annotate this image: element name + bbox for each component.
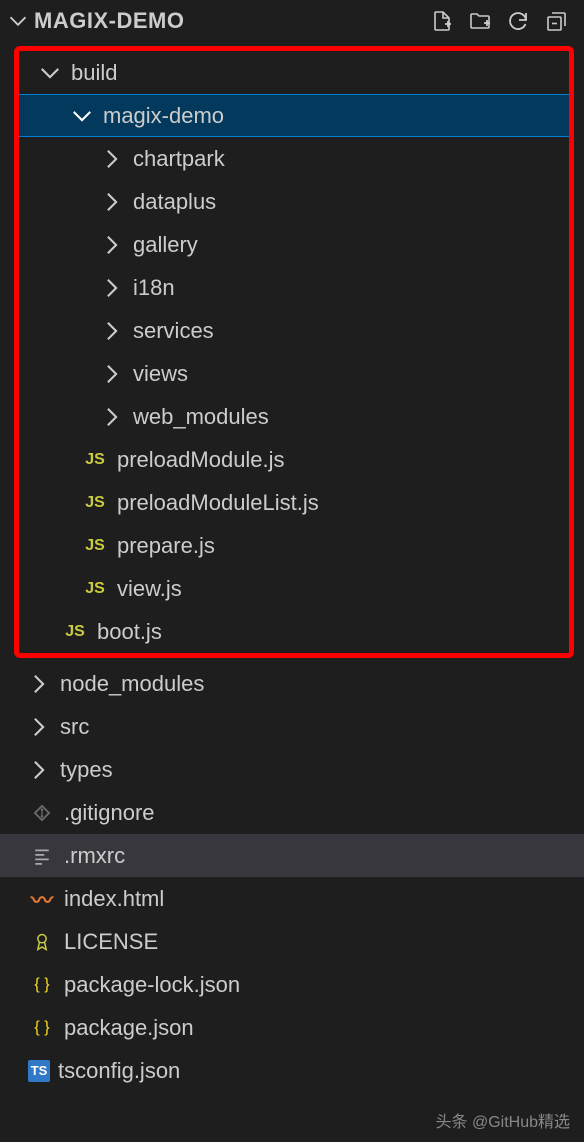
folder-label: node_modules — [60, 671, 204, 697]
file-preload-module[interactable]: JS preloadModule.js — [19, 438, 569, 481]
file-gitignore[interactable]: .gitignore — [0, 791, 584, 834]
file-tree: build magix-demo chartpark dataplus gall — [0, 46, 584, 1092]
folder-build[interactable]: build — [19, 51, 569, 94]
js-icon: JS — [81, 451, 109, 469]
file-package-json[interactable]: { } package.json — [0, 1006, 584, 1049]
folder-label: web_modules — [133, 404, 269, 430]
file-label: preloadModule.js — [117, 447, 285, 473]
chevron-down-icon — [71, 105, 93, 127]
js-icon: JS — [81, 494, 109, 512]
license-icon — [28, 932, 56, 952]
folder-label: chartpark — [133, 146, 225, 172]
file-rmxrc[interactable]: .rmxrc — [0, 834, 584, 877]
js-icon: JS — [61, 623, 89, 641]
file-license[interactable]: LICENSE — [0, 920, 584, 963]
ts-icon: TS — [28, 1060, 50, 1082]
file-tsconfig[interactable]: TS tsconfig.json — [0, 1049, 584, 1092]
chevron-right-icon — [28, 673, 50, 695]
highlight-box: build magix-demo chartpark dataplus gall — [14, 46, 574, 658]
watermark: 头条 @GitHub精选 — [436, 1108, 571, 1132]
chevron-right-icon — [101, 406, 123, 428]
folder-label: views — [133, 361, 188, 387]
file-prepare[interactable]: JS prepare.js — [19, 524, 569, 567]
header-actions — [430, 9, 576, 33]
file-label: tsconfig.json — [58, 1058, 180, 1084]
folder-i18n[interactable]: i18n — [19, 266, 569, 309]
html-icon: 〰 — [28, 883, 56, 915]
file-label: LICENSE — [64, 929, 158, 955]
folder-label: i18n — [133, 275, 175, 301]
file-package-lock[interactable]: { } package-lock.json — [0, 963, 584, 1006]
folder-src[interactable]: src — [0, 705, 584, 748]
chevron-right-icon — [28, 759, 50, 781]
folder-views[interactable]: views — [19, 352, 569, 395]
js-icon: JS — [81, 537, 109, 555]
chevron-right-icon — [101, 191, 123, 213]
file-view[interactable]: JS view.js — [19, 567, 569, 610]
chevron-right-icon — [101, 320, 123, 342]
refresh-icon[interactable] — [506, 9, 530, 33]
folder-types[interactable]: types — [0, 748, 584, 791]
chevron-down-icon[interactable] — [8, 11, 28, 31]
folder-node-modules[interactable]: node_modules — [0, 662, 584, 705]
collapse-all-icon[interactable] — [544, 9, 568, 33]
file-boot[interactable]: JS boot.js — [19, 610, 569, 653]
lines-icon — [28, 847, 56, 865]
file-label: .rmxrc — [64, 843, 125, 869]
file-index-html[interactable]: 〰 index.html — [0, 877, 584, 920]
folder-magix-demo[interactable]: magix-demo — [19, 94, 569, 137]
folder-label: src — [60, 714, 89, 740]
folder-gallery[interactable]: gallery — [19, 223, 569, 266]
new-folder-icon[interactable] — [468, 9, 492, 33]
folder-services[interactable]: services — [19, 309, 569, 352]
chevron-right-icon — [101, 277, 123, 299]
file-label: index.html — [64, 886, 164, 912]
chevron-right-icon — [101, 363, 123, 385]
folder-label: gallery — [133, 232, 198, 258]
folder-label: types — [60, 757, 113, 783]
chevron-right-icon — [101, 148, 123, 170]
file-label: preloadModuleList.js — [117, 490, 319, 516]
file-label: boot.js — [97, 619, 162, 645]
chevron-down-icon — [39, 62, 61, 84]
project-title: MAGIX-DEMO — [34, 8, 184, 34]
folder-label: magix-demo — [103, 103, 224, 129]
json-icon: { } — [28, 1019, 56, 1037]
folder-label: dataplus — [133, 189, 216, 215]
js-icon: JS — [81, 580, 109, 598]
file-label: .gitignore — [64, 800, 155, 826]
file-label: view.js — [117, 576, 182, 602]
json-icon: { } — [28, 976, 56, 994]
folder-label: services — [133, 318, 214, 344]
file-label: package-lock.json — [64, 972, 240, 998]
root-files: node_modules src types .gitignore .rmxrc — [0, 662, 584, 1092]
folder-web-modules[interactable]: web_modules — [19, 395, 569, 438]
explorer-header: MAGIX-DEMO — [0, 0, 584, 44]
git-icon — [28, 803, 56, 823]
chevron-right-icon — [28, 716, 50, 738]
new-file-icon[interactable] — [430, 9, 454, 33]
folder-label: build — [71, 60, 117, 86]
folder-dataplus[interactable]: dataplus — [19, 180, 569, 223]
file-preload-module-list[interactable]: JS preloadModuleList.js — [19, 481, 569, 524]
file-label: prepare.js — [117, 533, 215, 559]
folder-chartpark[interactable]: chartpark — [19, 137, 569, 180]
chevron-right-icon — [101, 234, 123, 256]
file-label: package.json — [64, 1015, 194, 1041]
